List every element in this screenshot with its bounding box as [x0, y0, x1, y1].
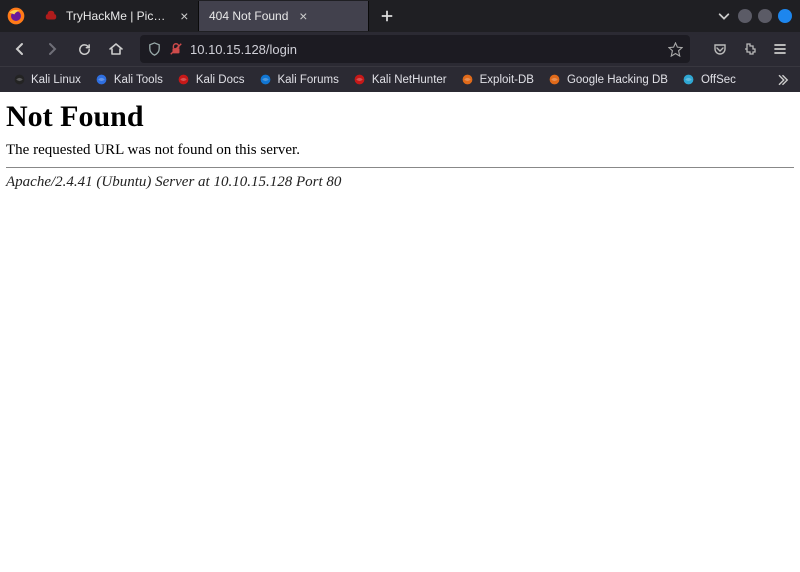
bookmark-label: Exploit-DB — [480, 74, 534, 86]
site-icon — [44, 9, 58, 23]
tab-label: TryHackMe | Pickle Rick — [66, 9, 171, 23]
window-minimize[interactable] — [738, 9, 752, 23]
tab-tryhackme[interactable]: TryHackMe | Pickle Rick × — [34, 1, 199, 31]
window-close[interactable] — [778, 9, 792, 23]
close-icon[interactable]: × — [179, 9, 190, 23]
forward-button[interactable] — [38, 35, 66, 63]
extensions-button[interactable] — [736, 35, 764, 63]
bookmark-icon — [12, 73, 26, 87]
url-bar[interactable] — [140, 35, 690, 63]
reload-button[interactable] — [70, 35, 98, 63]
bookmark-item-kali-linux[interactable]: Kali Linux — [6, 71, 87, 89]
bookmark-icon — [353, 73, 367, 87]
tab-label: 404 Not Found — [209, 9, 288, 23]
bookmark-label: Kali Forums — [277, 74, 338, 86]
close-icon[interactable]: × — [296, 9, 310, 23]
bookmark-item-kali-docs[interactable]: Kali Docs — [171, 71, 251, 89]
bookmark-item-kali-forums[interactable]: Kali Forums — [252, 71, 344, 89]
save-to-pocket-button[interactable] — [706, 35, 734, 63]
bookmark-icon — [177, 73, 191, 87]
bookmark-label: Kali NetHunter — [372, 74, 447, 86]
bookmark-icon — [258, 73, 272, 87]
tab-404[interactable]: 404 Not Found × — [199, 1, 369, 31]
bookmark-icon — [461, 73, 475, 87]
firefox-icon — [6, 6, 26, 26]
tab-bar: TryHackMe | Pickle Rick × 404 Not Found … — [0, 0, 800, 32]
error-heading: Not Found — [6, 100, 794, 134]
bookmark-label: OffSec — [701, 74, 736, 86]
bookmark-item-exploit-db[interactable]: Exploit-DB — [455, 71, 540, 89]
bookmark-label: Kali Docs — [196, 74, 245, 86]
lock-warning-icon[interactable] — [168, 41, 184, 57]
nav-bar — [0, 32, 800, 66]
bookmark-icon — [548, 73, 562, 87]
bookmark-item-offsec[interactable]: OffSec — [676, 71, 742, 89]
url-input[interactable] — [190, 42, 660, 57]
bookmark-icon — [682, 73, 696, 87]
bookmark-icon — [95, 73, 109, 87]
server-signature: Apache/2.4.41 (Ubuntu) Server at 10.10.1… — [6, 174, 794, 191]
bookmark-star-icon[interactable] — [666, 40, 684, 58]
window-maximize[interactable] — [758, 9, 772, 23]
bookmark-label: Kali Tools — [114, 74, 163, 86]
page-content: Not Found The requested URL was not foun… — [0, 92, 800, 572]
bookmarks-toolbar: Kali Linux Kali Tools Kali Docs Kali Forums… — [0, 66, 800, 92]
window-controls — [738, 9, 800, 23]
back-button[interactable] — [6, 35, 34, 63]
home-button[interactable] — [102, 35, 130, 63]
app-menu-button[interactable] — [766, 35, 794, 63]
divider — [6, 167, 794, 168]
bookmark-item-kali-tools[interactable]: Kali Tools — [89, 71, 169, 89]
error-message: The requested URL was not found on this … — [6, 142, 794, 159]
shield-icon[interactable] — [146, 41, 162, 57]
new-tab-button[interactable] — [373, 2, 401, 30]
tab-overflow-button[interactable] — [710, 9, 738, 23]
bookmark-label: Google Hacking DB — [567, 74, 668, 86]
bookmarks-overflow-icon[interactable] — [770, 73, 794, 87]
bookmark-label: Kali Linux — [31, 74, 81, 86]
bookmark-item-google-hacking-db[interactable]: Google Hacking DB — [542, 71, 674, 89]
bookmark-item-kali-nethunter[interactable]: Kali NetHunter — [347, 71, 453, 89]
